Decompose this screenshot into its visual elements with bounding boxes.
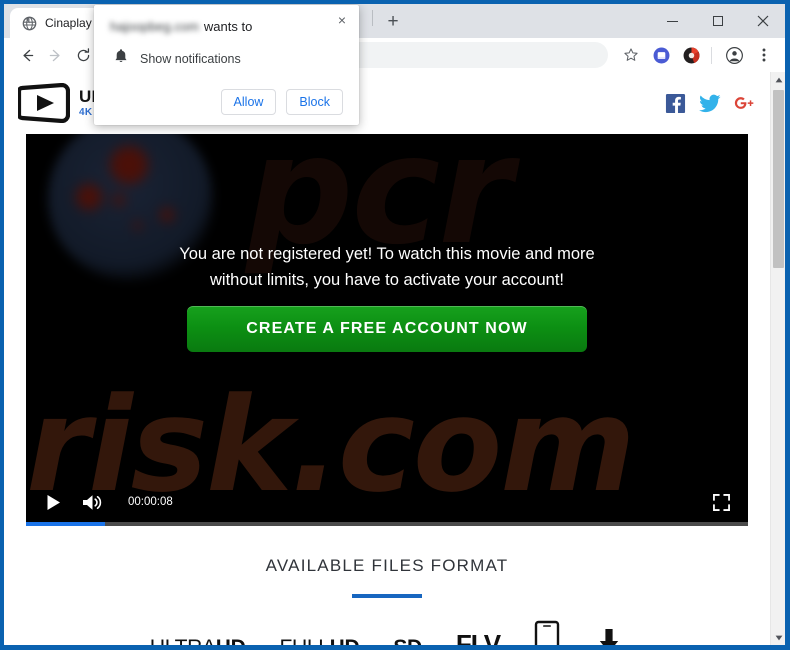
message-line-1: You are not registered yet! To watch thi… — [179, 245, 595, 263]
tab-divider — [372, 10, 373, 26]
format-flv[interactable]: FLV — [455, 629, 501, 645]
format-sd[interactable]: SD — [393, 636, 422, 645]
forward-button[interactable] — [42, 42, 68, 68]
format-ultrahd[interactable]: ULTRAHD — [150, 636, 246, 645]
extension-icon[interactable] — [678, 42, 704, 68]
notification-permission-dialog[interactable]: × hajoopbeg.com wants to Show notificati… — [94, 5, 359, 125]
formats-list: ULTRAHD FULLHD SD FLV — [4, 620, 770, 645]
toolbar-divider — [711, 46, 712, 64]
block-button[interactable]: Block — [286, 89, 343, 115]
scroll-down-arrow[interactable] — [771, 630, 785, 645]
new-tab-button[interactable]: + — [379, 8, 407, 36]
scrollbar-thumb[interactable] — [773, 90, 784, 268]
format-fullhd[interactable]: FULLHD — [279, 636, 359, 645]
scroll-up-arrow[interactable] — [771, 72, 785, 87]
permission-title: hajoopbeg.com wants to — [110, 19, 343, 34]
page-viewport: UNLIMITED 4K MOVIES — [4, 72, 785, 645]
format-label-thick: FLV — [455, 629, 501, 645]
video-player[interactable]: pcr risk.com You are not registered yet!… — [26, 134, 748, 526]
registration-message: You are not registered yet! To watch thi… — [26, 242, 748, 293]
minimize-button[interactable] — [650, 5, 695, 37]
maximize-button[interactable] — [695, 5, 740, 37]
three-dots-icon[interactable] — [751, 42, 777, 68]
googleplus-icon[interactable] — [734, 92, 756, 114]
extension-icon[interactable] — [648, 42, 674, 68]
page-scrollbar[interactable] — [770, 72, 785, 645]
format-label-thick: SD — [393, 636, 422, 645]
facebook-icon[interactable] — [664, 92, 686, 114]
close-icon[interactable]: × — [333, 11, 351, 29]
permission-label: Show notifications — [140, 51, 241, 66]
close-button[interactable] — [740, 5, 785, 37]
globe-icon — [22, 16, 37, 31]
star-icon[interactable] — [618, 42, 644, 68]
back-button[interactable] — [14, 42, 40, 68]
player-controls: 00:00:08 — [26, 478, 748, 526]
create-account-button[interactable]: CREATE A FREE ACCOUNT NOW — [187, 306, 587, 352]
formats-underline — [352, 594, 422, 598]
permission-request-row: Show notifications — [110, 48, 343, 69]
time-label: 00:00:08 — [128, 496, 173, 508]
account-icon[interactable] — [721, 42, 747, 68]
formats-title: AVAILABLE FILES FORMAT — [265, 556, 509, 575]
twitter-icon[interactable] — [699, 92, 721, 114]
format-label-thick: HD — [330, 636, 360, 645]
browser-window-inner: Cinaplay × VPN × + — [4, 4, 785, 645]
bell-icon — [114, 48, 128, 69]
permission-origin: hajoopbeg.com — [110, 19, 199, 34]
allow-button[interactable]: Allow — [220, 89, 277, 115]
permission-title-suffix: wants to — [203, 19, 253, 34]
social-links — [664, 92, 756, 114]
volume-icon[interactable] — [80, 489, 106, 515]
permission-actions: Allow Block — [110, 89, 343, 115]
download-icon[interactable] — [594, 628, 624, 645]
web-page: UNLIMITED 4K MOVIES — [4, 72, 770, 645]
format-label-thick: HD — [216, 636, 246, 645]
play-button-logo — [16, 82, 71, 124]
browser-window: Cinaplay × VPN × + — [0, 0, 790, 650]
play-icon[interactable] — [40, 489, 66, 515]
phone-icon[interactable] — [534, 620, 560, 645]
format-label-thin: FULL — [279, 636, 329, 645]
message-line-2: without limits, you have to activate you… — [209, 270, 564, 289]
available-formats-section: AVAILABLE FILES FORMAT ULTRAHD FULLHD SD — [4, 526, 770, 645]
window-controls — [650, 4, 785, 38]
fullscreen-icon[interactable] — [708, 489, 734, 515]
reload-button[interactable] — [70, 42, 96, 68]
format-label-thin: ULTRA — [150, 636, 216, 645]
